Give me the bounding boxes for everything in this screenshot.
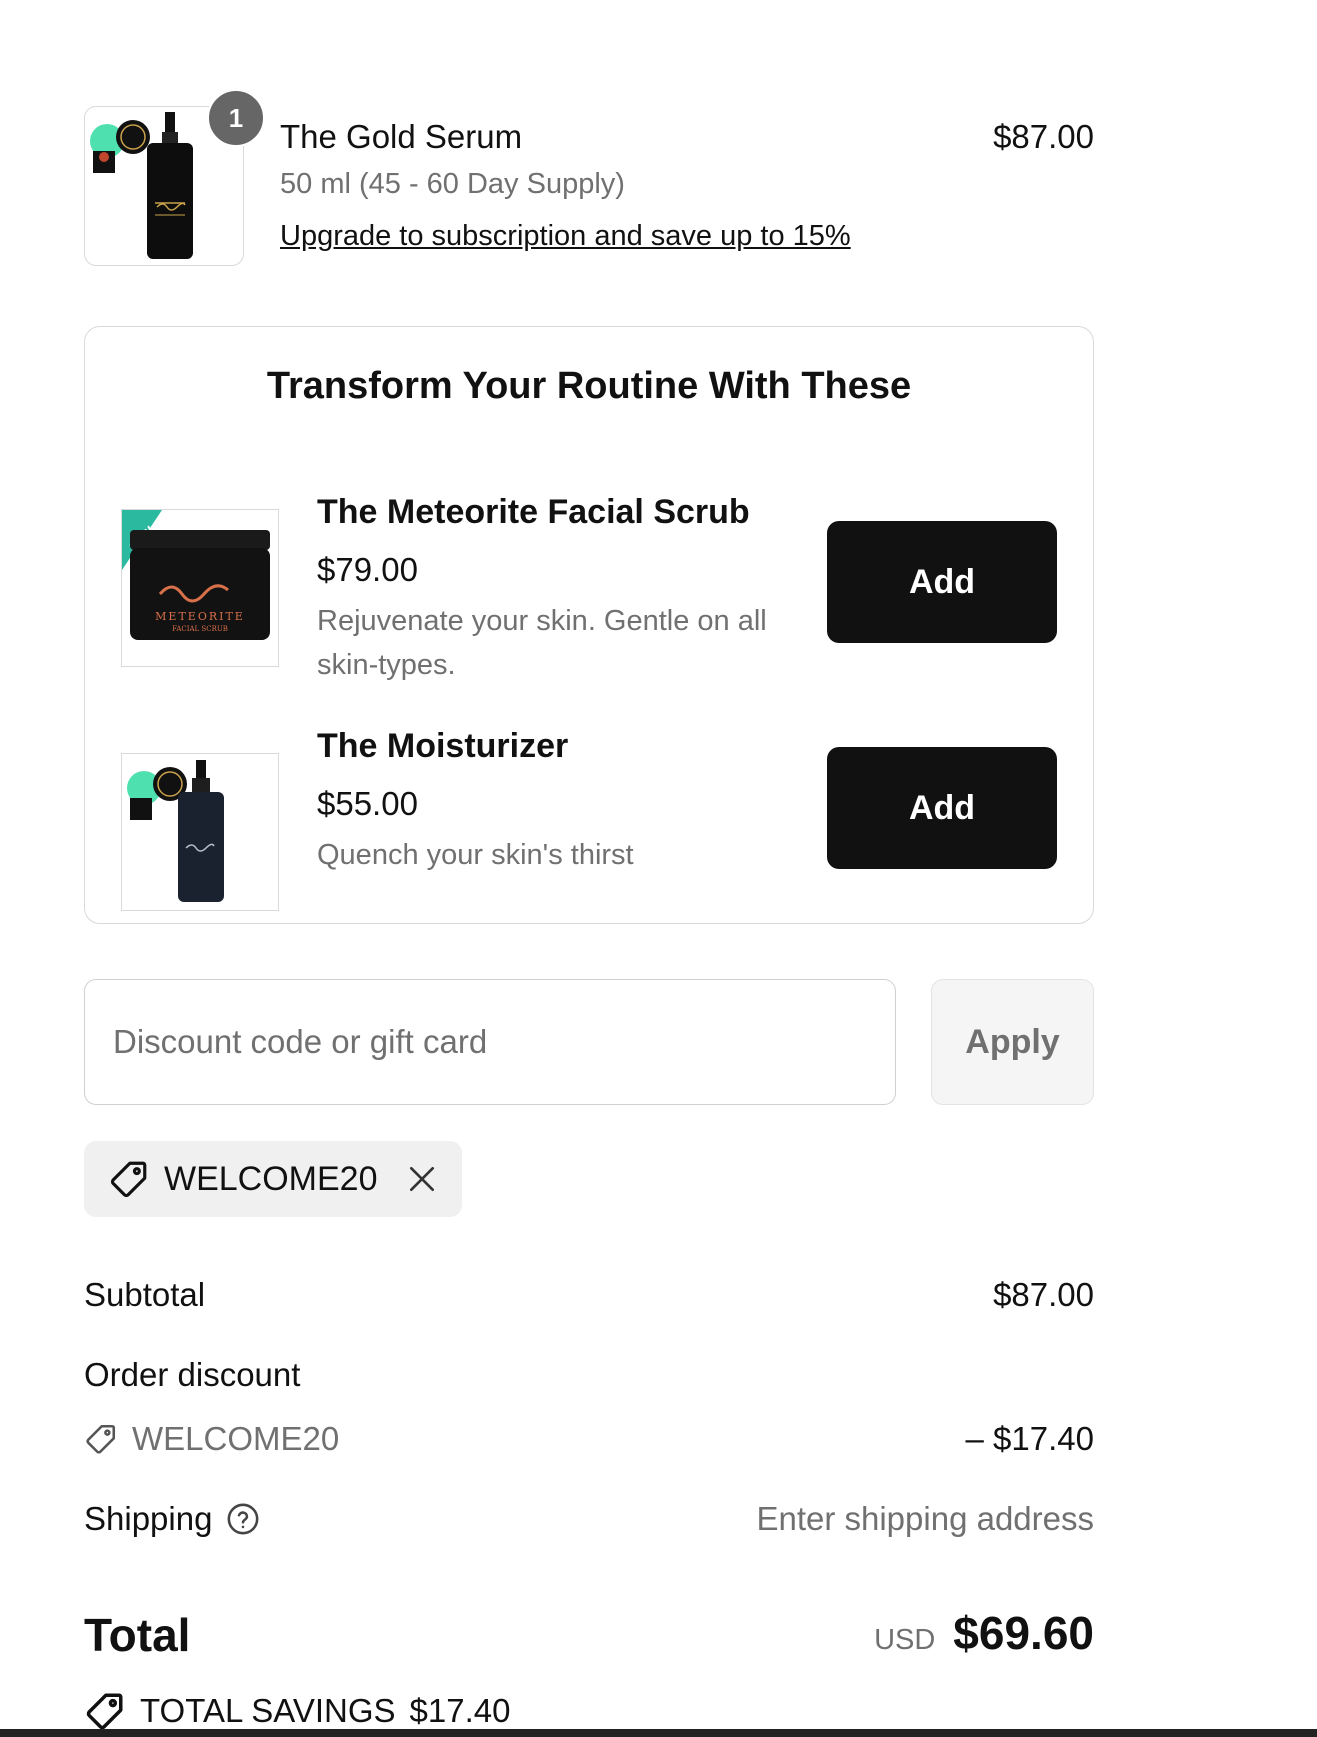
cart-line-item: 1 The Gold Serum 50 ml (45 - 60 Day Supp… (84, 89, 1094, 266)
upsell-item-description: Rejuvenate your skin. Gentle on all skin… (317, 605, 767, 681)
discount-form: Apply (84, 979, 1094, 1105)
total-currency: USD (874, 1624, 936, 1656)
upsell-item-price: $55.00 (317, 785, 418, 822)
quantity-badge: 1 (207, 89, 265, 147)
product-price: $87.00 (993, 118, 1094, 155)
summary-discount-code: WELCOME20 (132, 1420, 340, 1457)
total-savings-label: TOTAL SAVINGS (140, 1692, 396, 1729)
meteorite-scrub-image: NEW METEORITE FACIAL SCRUB (122, 510, 270, 640)
applied-discount-chip: WELCOME20 (84, 1141, 462, 1217)
help-circle-icon[interactable] (226, 1502, 260, 1536)
total-value: $69.60 (953, 1607, 1094, 1659)
tag-icon (84, 1422, 118, 1456)
tag-icon (84, 1690, 126, 1732)
upsell-heading: Transform Your Routine With These (266, 365, 912, 407)
upsell-item-price: $79.00 (317, 551, 418, 588)
total-savings-value: $17.40 (409, 1692, 511, 1729)
total-savings: TOTAL SAVINGS $17.40 (84, 1690, 510, 1732)
shipping-value: Enter shipping address (756, 1500, 1094, 1537)
product-title: The Gold Serum (280, 118, 523, 155)
bottom-divider (0, 1729, 1317, 1737)
discount-value: – $17.40 (965, 1420, 1094, 1457)
subtotal-value: $87.00 (993, 1276, 1094, 1313)
upsell-item: The Moisturizer $55.00 Quench your skin'… (121, 727, 1057, 911)
shipping-label: Shipping (84, 1500, 213, 1537)
add-meteorite-scrub-button[interactable]: Add (827, 521, 1057, 643)
checkout-order-summary: 1 The Gold Serum 50 ml (45 - 60 Day Supp… (0, 0, 1317, 1737)
upsell-item-title: The Meteorite Facial Scrub (317, 493, 750, 531)
upsell-section: Transform Your Routine With These NEW ME… (84, 326, 1094, 924)
svg-text:FACIAL SCRUB: FACIAL SCRUB (172, 625, 228, 633)
total-amount-group: USD $69.60 (874, 1606, 1094, 1660)
discount-code-input[interactable] (84, 979, 896, 1105)
upsell-item: NEW METEORITE FACIAL SCRUB The Meteorite… (121, 489, 1057, 681)
order-discount-label: Order discount (84, 1356, 301, 1393)
discount-code-row: WELCOME20 – $17.40 (84, 1420, 1094, 1470)
add-moisturizer-button[interactable]: Add (827, 747, 1057, 869)
order-discount-row: Order discount (84, 1356, 1094, 1406)
upgrade-subscription-link[interactable]: Upgrade to subscription and save up to 1… (280, 220, 851, 253)
total-label: Total (84, 1609, 191, 1661)
product-thumbnail: 1 (84, 89, 265, 266)
remove-discount-close-icon[interactable] (406, 1163, 438, 1195)
subtotal-row: Subtotal $87.00 (84, 1276, 1094, 1326)
shipping-row: Shipping Enter shipping address (84, 1500, 1094, 1550)
subtotal-label: Subtotal (84, 1276, 206, 1313)
apply-discount-button[interactable]: Apply (931, 979, 1094, 1105)
moisturizer-image (127, 760, 224, 902)
meteorite-scrub-thumbnail: NEW METEORITE FACIAL SCRUB (121, 509, 279, 667)
upsell-item-title: The Moisturizer (317, 727, 569, 765)
upsell-item-description: Quench your skin's thirst (317, 839, 634, 871)
product-variant: 50 ml (45 - 60 Day Supply) (280, 168, 625, 200)
tag-icon (108, 1158, 150, 1200)
moisturizer-thumbnail (121, 753, 279, 911)
applied-discount-code: WELCOME20 (164, 1159, 378, 1198)
svg-text:METEORITE: METEORITE (155, 610, 245, 623)
